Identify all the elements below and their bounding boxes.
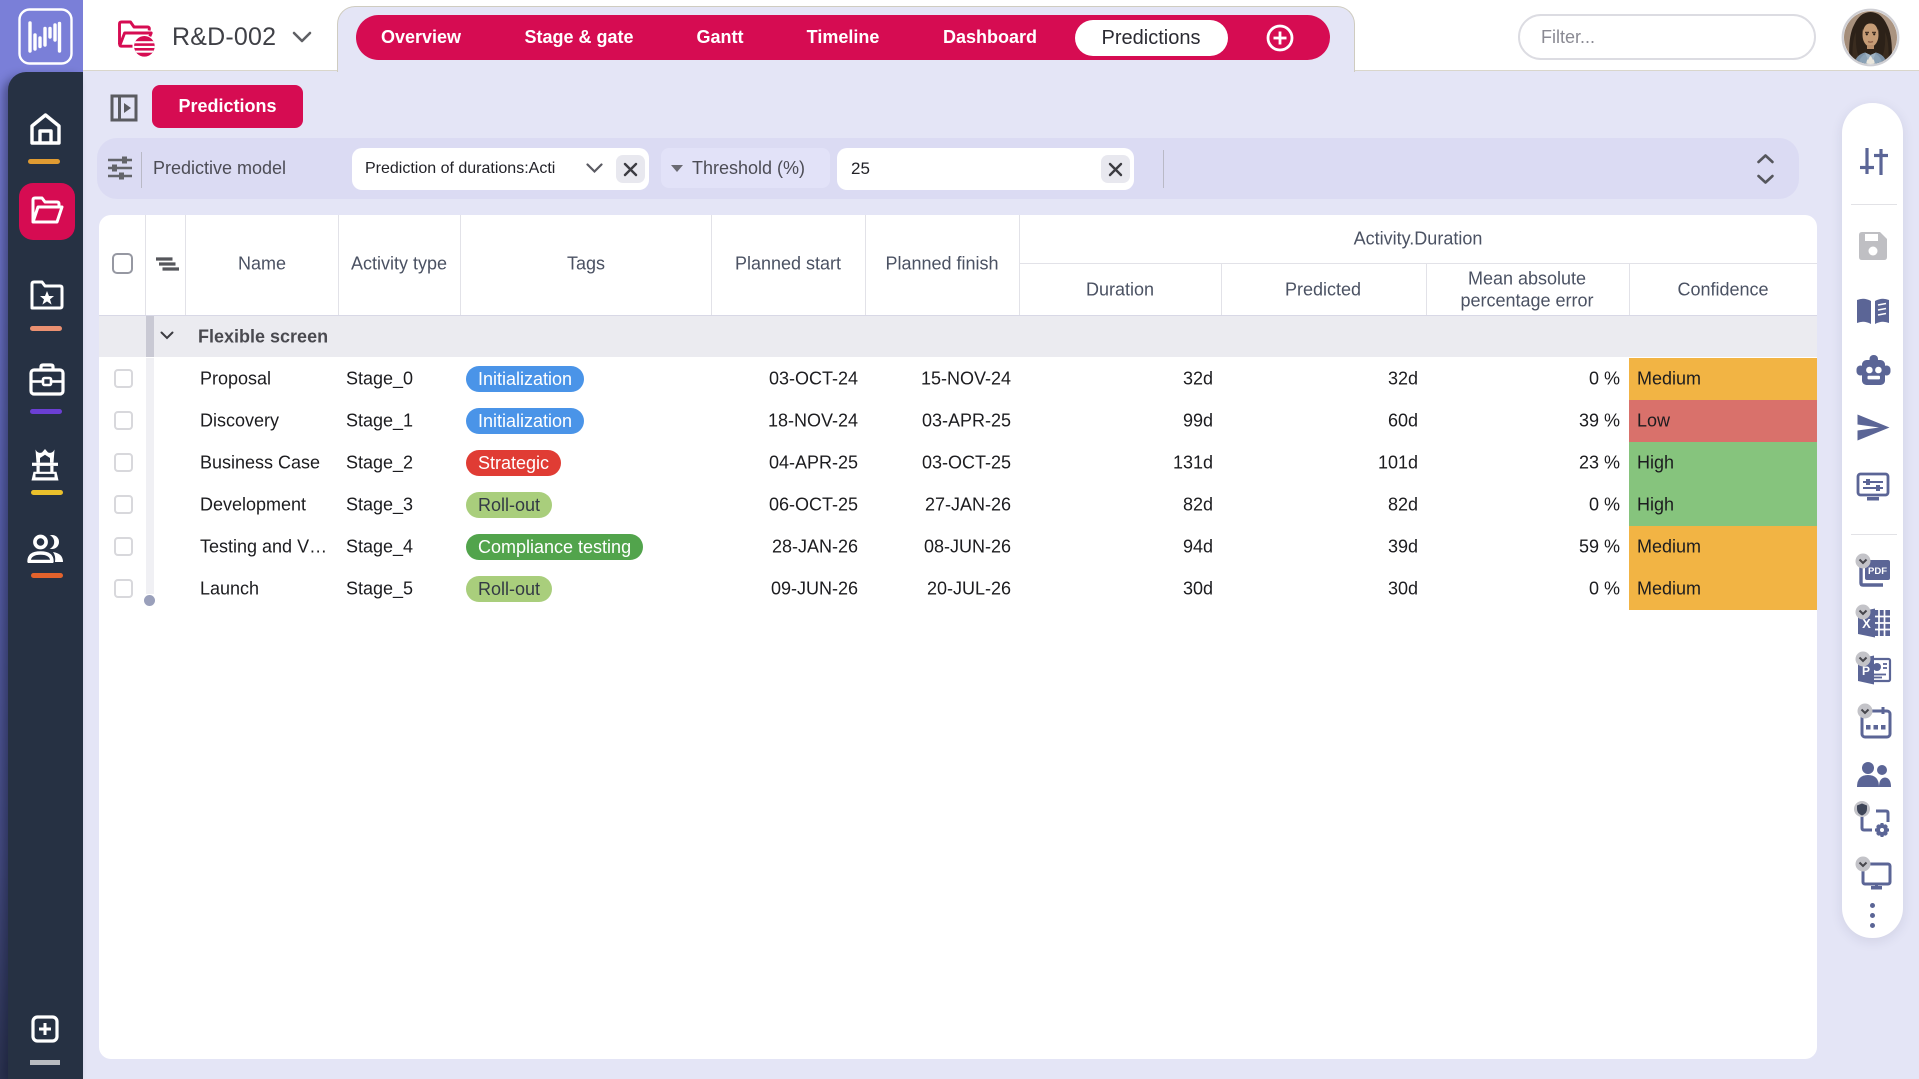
svg-text:PDF: PDF	[1868, 566, 1887, 577]
